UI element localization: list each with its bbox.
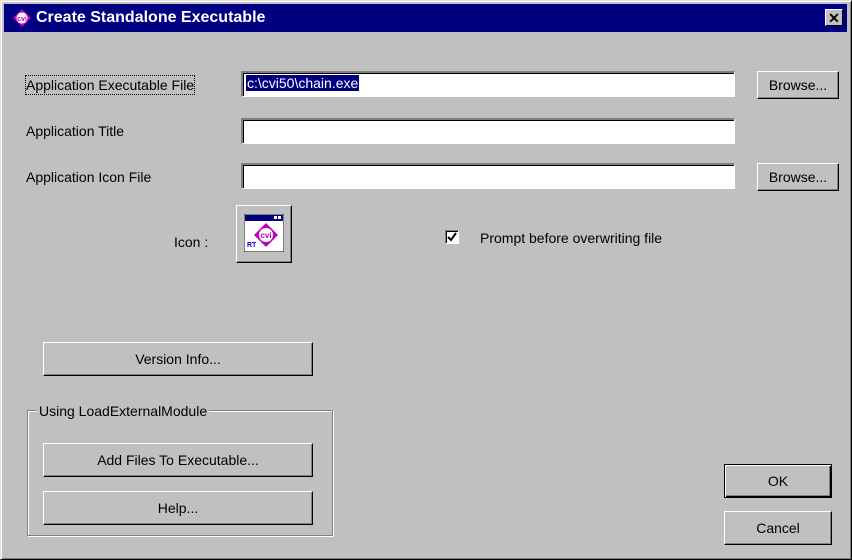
exe-file-value: c:\cvi50\chain.exe bbox=[246, 75, 360, 91]
icon-file-input[interactable] bbox=[241, 163, 735, 189]
create-standalone-executable-dialog: cvi Create Standalone Executable ✕ Appli… bbox=[0, 0, 852, 560]
app-title-label: Application Title bbox=[26, 123, 125, 139]
icon-preview[interactable]: cvi RT bbox=[236, 205, 292, 263]
app-title-input[interactable] bbox=[241, 118, 735, 144]
browse-exe-button[interactable]: Browse... bbox=[757, 71, 839, 99]
cvi-app-icon: cvi bbox=[13, 9, 31, 27]
exe-file-label: Application Executable File bbox=[24, 75, 196, 95]
window-title: Create Standalone Executable bbox=[36, 9, 266, 26]
prompt-overwrite-label[interactable]: Prompt before overwriting file bbox=[480, 229, 662, 247]
help-button[interactable]: Help... bbox=[43, 491, 313, 525]
svg-text:cvi: cvi bbox=[260, 231, 271, 240]
checkmark-icon bbox=[447, 232, 457, 242]
close-icon: ✕ bbox=[828, 10, 840, 26]
icon-file-label: Application Icon File bbox=[26, 169, 152, 185]
group-legend: Using LoadExternalModule bbox=[37, 402, 210, 420]
title-bar[interactable]: cvi Create Standalone Executable ✕ bbox=[4, 4, 847, 32]
svg-text:cvi: cvi bbox=[17, 16, 27, 23]
prompt-overwrite-checkbox[interactable] bbox=[445, 230, 459, 244]
close-button[interactable]: ✕ bbox=[825, 9, 843, 26]
svg-text:RT: RT bbox=[247, 242, 257, 249]
ok-button[interactable]: OK bbox=[724, 464, 832, 498]
browse-icon-button[interactable]: Browse... bbox=[757, 163, 839, 191]
cvi-application-icon: cvi RT bbox=[244, 214, 284, 252]
exe-file-input[interactable]: c:\cvi50\chain.exe bbox=[241, 71, 735, 97]
cancel-button[interactable]: Cancel bbox=[724, 511, 832, 545]
icon-label: Icon : bbox=[174, 234, 209, 250]
add-files-button[interactable]: Add Files To Executable... bbox=[43, 443, 313, 477]
version-info-button[interactable]: Version Info... bbox=[43, 342, 313, 376]
